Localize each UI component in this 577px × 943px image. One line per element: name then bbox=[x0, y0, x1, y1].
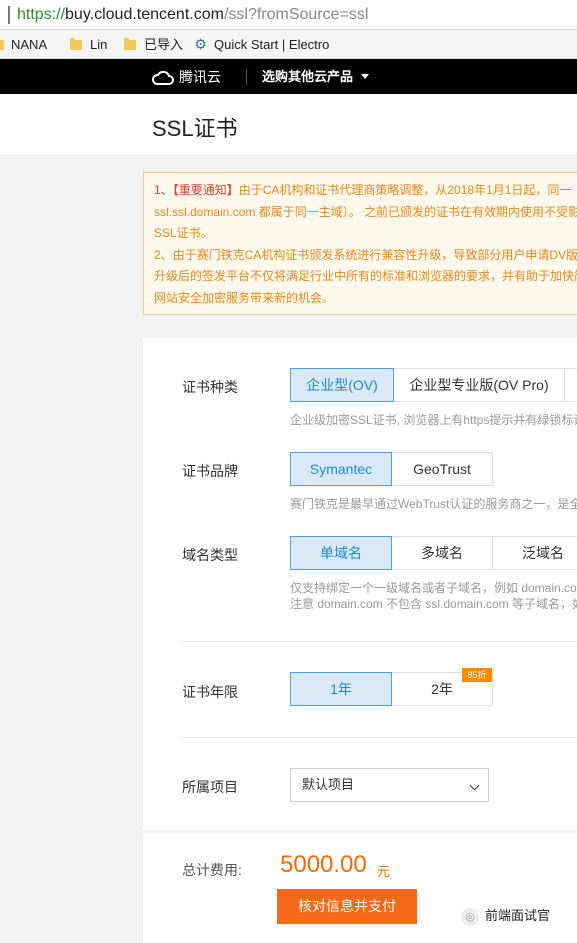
url-path: /ssl?fromSource=ssl bbox=[223, 6, 369, 23]
products-menu[interactable]: 选购其他云产品 bbox=[262, 68, 370, 86]
cert-type-hint: 企业级加密SSL证书, 浏览器上有https提示并有绿锁标识 bbox=[290, 413, 577, 427]
cert-brand-option-symantec[interactable]: Symantec bbox=[290, 452, 392, 486]
option-label: GeoTrust bbox=[413, 461, 471, 477]
cloud-logo-icon bbox=[151, 70, 174, 85]
option-label: Symantec bbox=[309, 461, 373, 477]
bookmark-imported[interactable]: 已导入 bbox=[124, 36, 183, 53]
cert-type-label: 证书种类 bbox=[182, 379, 238, 395]
checkout-bar bbox=[143, 833, 577, 943]
title-band: SSL证书 bbox=[0, 94, 577, 156]
bookmarks-bar: NANA Lin 已导入 ⚙ Quick Start | Electro bbox=[0, 30, 577, 59]
cert-brand-label: 证书品牌 bbox=[182, 463, 238, 479]
bookmark-label: NANA bbox=[11, 37, 48, 52]
domain-type-hint: 仅支持绑定一个一级域名或者子域名，例如 domain.co bbox=[290, 581, 577, 595]
option-label: 1年 bbox=[330, 681, 352, 697]
notice-text: 由于CA机构和证书代理商策略调整，从2018年1月1日起，同一 bbox=[238, 183, 572, 197]
total-price: 5000.00 bbox=[280, 851, 367, 878]
gear-icon: ⚙ bbox=[194, 36, 207, 52]
option-label: 泛域名 bbox=[522, 545, 564, 561]
notice-line: 网站安全加密服务带来新的机会。 bbox=[154, 290, 335, 305]
notice-box: 1、【重要通知】由于CA机构和证书代理商策略调整，从2018年1月1日起，同一 … bbox=[143, 172, 577, 315]
section-divider bbox=[182, 737, 577, 738]
notice-prefix: 1、 bbox=[154, 183, 173, 197]
nav-separator bbox=[246, 69, 247, 85]
brand-name: 腾讯云 bbox=[179, 69, 221, 85]
watermark-text: 前端面试官 bbox=[485, 908, 551, 923]
bookmark-label: Lin bbox=[90, 37, 108, 52]
project-select-value: 默认项目 bbox=[302, 777, 355, 792]
discount-badge: 85折 bbox=[462, 668, 492, 682]
wechat-icon: ◎ bbox=[461, 907, 479, 926]
bookmark-lin[interactable]: Lin bbox=[70, 36, 107, 53]
notice-line: 1、【重要通知】由于CA机构和证书代理商策略调整，从2018年1月1日起，同一 bbox=[154, 180, 577, 202]
notice-highlight: 【重要通知】 bbox=[172, 183, 239, 197]
cert-type-option-partial[interactable] bbox=[564, 368, 577, 402]
url-host: buy.cloud.tencent.com bbox=[65, 6, 224, 23]
address-bar-edge bbox=[8, 6, 10, 24]
bookmark-label: Quick Start | Electro bbox=[214, 37, 330, 52]
option-label: 单域名 bbox=[320, 545, 362, 561]
domain-type-hint: 注意 domain.com 不包含 ssl.domain.com 等子域名，如 bbox=[290, 597, 577, 611]
notice-line: 升级后的签发平台不仅将满足行业中所有的标准和浏览器的要求，并有助于加快简 bbox=[154, 269, 577, 283]
project-label: 所属项目 bbox=[182, 779, 238, 795]
page-title: SSL证书 bbox=[152, 116, 238, 141]
bookmark-quick-start[interactable]: ⚙ Quick Start | Electro bbox=[193, 36, 333, 53]
brand-logo[interactable]: 腾讯云 bbox=[151, 67, 221, 87]
folder-icon bbox=[70, 38, 82, 50]
folder-icon bbox=[124, 38, 136, 50]
cert-years-label: 证书年限 bbox=[182, 684, 238, 700]
option-label: 企业型专业版(OV Pro) bbox=[409, 377, 549, 393]
notice-line: ssl.ssl.domain.com 都属于同一主域）。 之前已颁发的证书在有效… bbox=[154, 204, 577, 219]
option-label: 多域名 bbox=[421, 545, 463, 561]
pay-button[interactable]: 核对信息并支付 bbox=[277, 889, 417, 924]
section-divider bbox=[182, 641, 577, 642]
domain-type-option-single[interactable]: 单域名 bbox=[290, 536, 392, 570]
cert-type-option-ov-pro[interactable]: 企业型专业版(OV Pro) bbox=[393, 368, 565, 402]
url-scheme: https:// bbox=[17, 6, 66, 23]
cert-type-option-ov[interactable]: 企业型(OV) bbox=[290, 368, 394, 402]
price-unit: 元 bbox=[377, 864, 391, 879]
url-text: https://buy.cloud.tencent.com/ssl?fromSo… bbox=[17, 0, 368, 30]
total-label: 总计费用: bbox=[182, 862, 242, 878]
caret-down-icon bbox=[361, 74, 370, 79]
watermark: ◎ 前端面试官 bbox=[461, 905, 550, 926]
cert-years-option-1[interactable]: 1年 bbox=[290, 672, 392, 706]
address-bar[interactable]: https://buy.cloud.tencent.com/ssl?fromSo… bbox=[0, 0, 577, 30]
domain-type-option-wildcard[interactable]: 泛域名 bbox=[492, 536, 577, 570]
notice-line: SSL证书。 bbox=[154, 226, 213, 240]
domain-type-option-multi[interactable]: 多域名 bbox=[391, 536, 493, 570]
cert-brand-hint: 赛门铁克是最早通过WebTrust认证的服务商之一，是全 bbox=[290, 497, 577, 511]
domain-type-label: 域名类型 bbox=[182, 547, 238, 563]
project-select[interactable]: 默认项目 bbox=[290, 768, 489, 802]
option-label: 2年 bbox=[431, 681, 453, 697]
top-nav: 腾讯云 选购其他云产品 bbox=[0, 59, 577, 94]
bookmark-nana[interactable]: NANA bbox=[11, 36, 47, 53]
cert-brand-option-geotrust[interactable]: GeoTrust bbox=[391, 452, 493, 486]
products-menu-label: 选购其他云产品 bbox=[262, 69, 354, 84]
folder-icon bbox=[0, 40, 4, 50]
chevron-down-icon bbox=[469, 780, 480, 791]
notice-line: 2、由于赛门铁克CA机构证书颁发系统进行兼容性升级，导致部分用户申请DV版 bbox=[154, 247, 577, 262]
option-label: 企业型(OV) bbox=[306, 377, 378, 393]
bookmark-label: 已导入 bbox=[144, 37, 184, 52]
